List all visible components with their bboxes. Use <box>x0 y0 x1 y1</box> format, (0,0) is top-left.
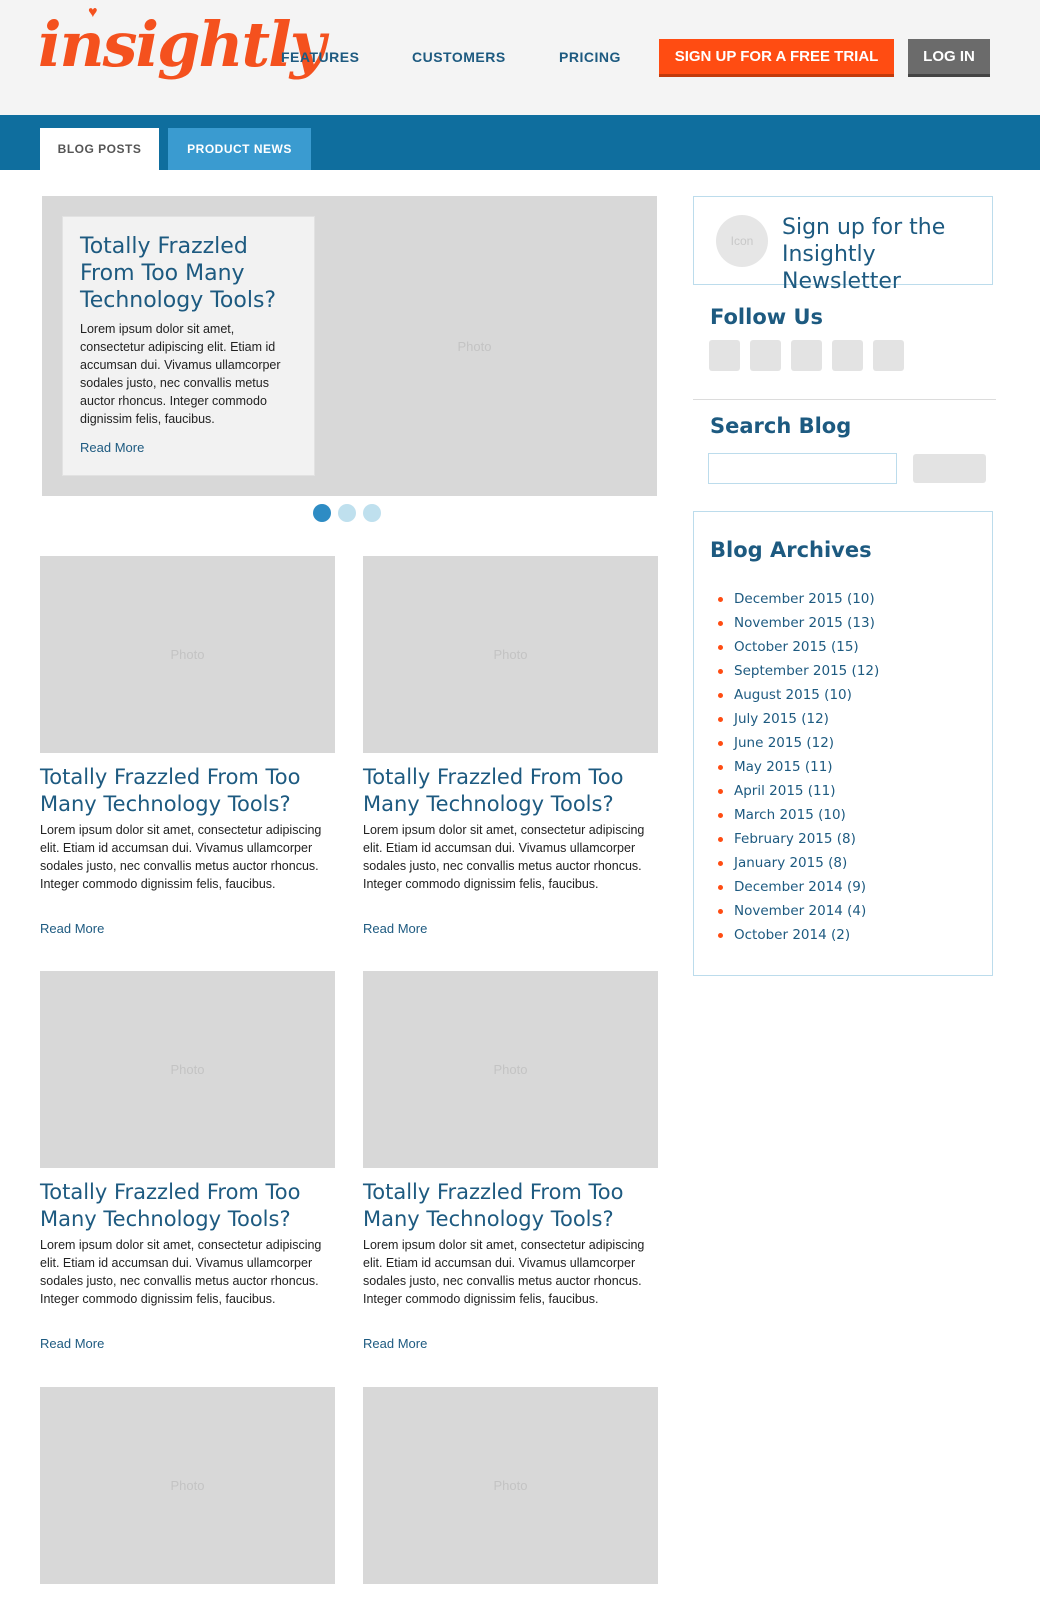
archive-link[interactable]: October 2014 (2) <box>716 923 879 947</box>
tab-product-news[interactable]: PRODUCT NEWS <box>168 128 311 170</box>
archive-link[interactable]: May 2015 (11) <box>716 755 879 779</box>
post-excerpt: Lorem ipsum dolor sit amet, consectetur … <box>40 1238 322 1306</box>
post-title[interactable]: Totally Frazzled From Too Many Technolog… <box>363 764 663 818</box>
newsletter-signup-text[interactable]: Sign up for the Insightly Newsletter <box>782 214 992 295</box>
archive-link[interactable]: April 2015 (11) <box>716 779 879 803</box>
archive-link[interactable]: December 2015 (10) <box>716 587 879 611</box>
site-header: insightly ♥ FEATURES CUSTOMERS PRICING S… <box>0 0 1040 115</box>
heart-icon: ♥ <box>88 4 98 21</box>
hero-card: Totally Frazzled From Too Many Technolog… <box>62 216 315 476</box>
hero-title[interactable]: Totally Frazzled From Too Many Technolog… <box>80 233 297 314</box>
signup-free-trial-button[interactable]: SIGN UP FOR A FREE TRIAL <box>659 39 894 77</box>
archive-link[interactable]: July 2015 (12) <box>716 707 879 731</box>
social-icon-3[interactable] <box>791 340 822 371</box>
post-read-more-link[interactable]: Read More <box>40 1336 104 1351</box>
post-title[interactable]: Totally Frazzled From Too Many Technolog… <box>40 764 340 818</box>
post-excerpt: Lorem ipsum dolor sit amet, consectetur … <box>363 823 645 891</box>
post-read-more-link[interactable]: Read More <box>363 1336 427 1351</box>
hero-read-more-link[interactable]: Read More <box>80 440 144 455</box>
archive-link[interactable]: September 2015 (12) <box>716 659 879 683</box>
nav-customers[interactable]: CUSTOMERS <box>412 49 506 65</box>
tab-blog-posts[interactable]: BLOG POSTS <box>40 128 159 170</box>
post-excerpt: Lorem ipsum dolor sit amet, consectetur … <box>363 1238 645 1306</box>
search-blog-button[interactable] <box>913 454 986 483</box>
newsletter-icon: Icon <box>716 215 768 267</box>
nav-pricing[interactable]: PRICING <box>559 49 621 65</box>
post-photo-placeholder[interactable]: Photo <box>40 1387 335 1584</box>
archive-link[interactable]: January 2015 (8) <box>716 851 879 875</box>
social-icon-1[interactable] <box>709 340 740 371</box>
post-photo-placeholder[interactable]: Photo <box>40 971 335 1168</box>
archives-list: December 2015 (10) November 2015 (13) Oc… <box>716 587 879 947</box>
social-icon-5[interactable] <box>873 340 904 371</box>
blog-archives-heading: Blog Archives <box>710 538 872 562</box>
post-title[interactable]: Totally Frazzled From Too Many Technolog… <box>40 1179 340 1233</box>
social-icon-2[interactable] <box>750 340 781 371</box>
archive-link[interactable]: March 2015 (10) <box>716 803 879 827</box>
archive-link[interactable]: February 2015 (8) <box>716 827 879 851</box>
carousel-dots <box>313 504 381 522</box>
newsletter-signup-box[interactable]: Icon Sign up for the Insightly Newslette… <box>693 196 993 294</box>
archive-link[interactable]: November 2015 (13) <box>716 611 879 635</box>
sidebar-divider <box>693 399 996 400</box>
archive-link[interactable]: June 2015 (12) <box>716 731 879 755</box>
social-icon-4[interactable] <box>832 340 863 371</box>
post-title[interactable]: Totally Frazzled From Too Many Technolog… <box>363 1179 663 1233</box>
post-photo-placeholder[interactable]: Photo <box>363 971 658 1168</box>
post-read-more-link[interactable]: Read More <box>363 921 427 936</box>
hero-excerpt: Lorem ipsum dolor sit amet, consectetur … <box>80 322 281 426</box>
post-photo-placeholder[interactable]: Photo <box>40 556 335 753</box>
blog-archives-box: Blog Archives December 2015 (10) Novembe… <box>693 511 993 976</box>
archive-link[interactable]: October 2015 (15) <box>716 635 879 659</box>
carousel-dot-1[interactable] <box>313 504 331 522</box>
carousel-dot-3[interactable] <box>363 504 381 522</box>
insightly-logo[interactable]: insightly <box>38 14 326 76</box>
post-read-more-link[interactable]: Read More <box>40 921 104 936</box>
archive-link[interactable]: August 2015 (10) <box>716 683 879 707</box>
nav-features[interactable]: FEATURES <box>281 49 359 65</box>
search-blog-heading: Search Blog <box>710 414 852 438</box>
post-photo-placeholder[interactable]: Photo <box>363 556 658 753</box>
post-excerpt: Lorem ipsum dolor sit amet, consectetur … <box>40 823 322 891</box>
blog-tab-bar: BLOG POSTS PRODUCT NEWS <box>0 115 1040 170</box>
archive-link[interactable]: November 2014 (4) <box>716 899 879 923</box>
post-photo-placeholder[interactable]: Photo <box>363 1387 658 1584</box>
archive-link[interactable]: December 2014 (9) <box>716 875 879 899</box>
follow-us-heading: Follow Us <box>710 305 824 329</box>
login-button[interactable]: LOG IN <box>908 39 990 77</box>
search-blog-input[interactable] <box>708 453 897 484</box>
carousel-dot-2[interactable] <box>338 504 356 522</box>
